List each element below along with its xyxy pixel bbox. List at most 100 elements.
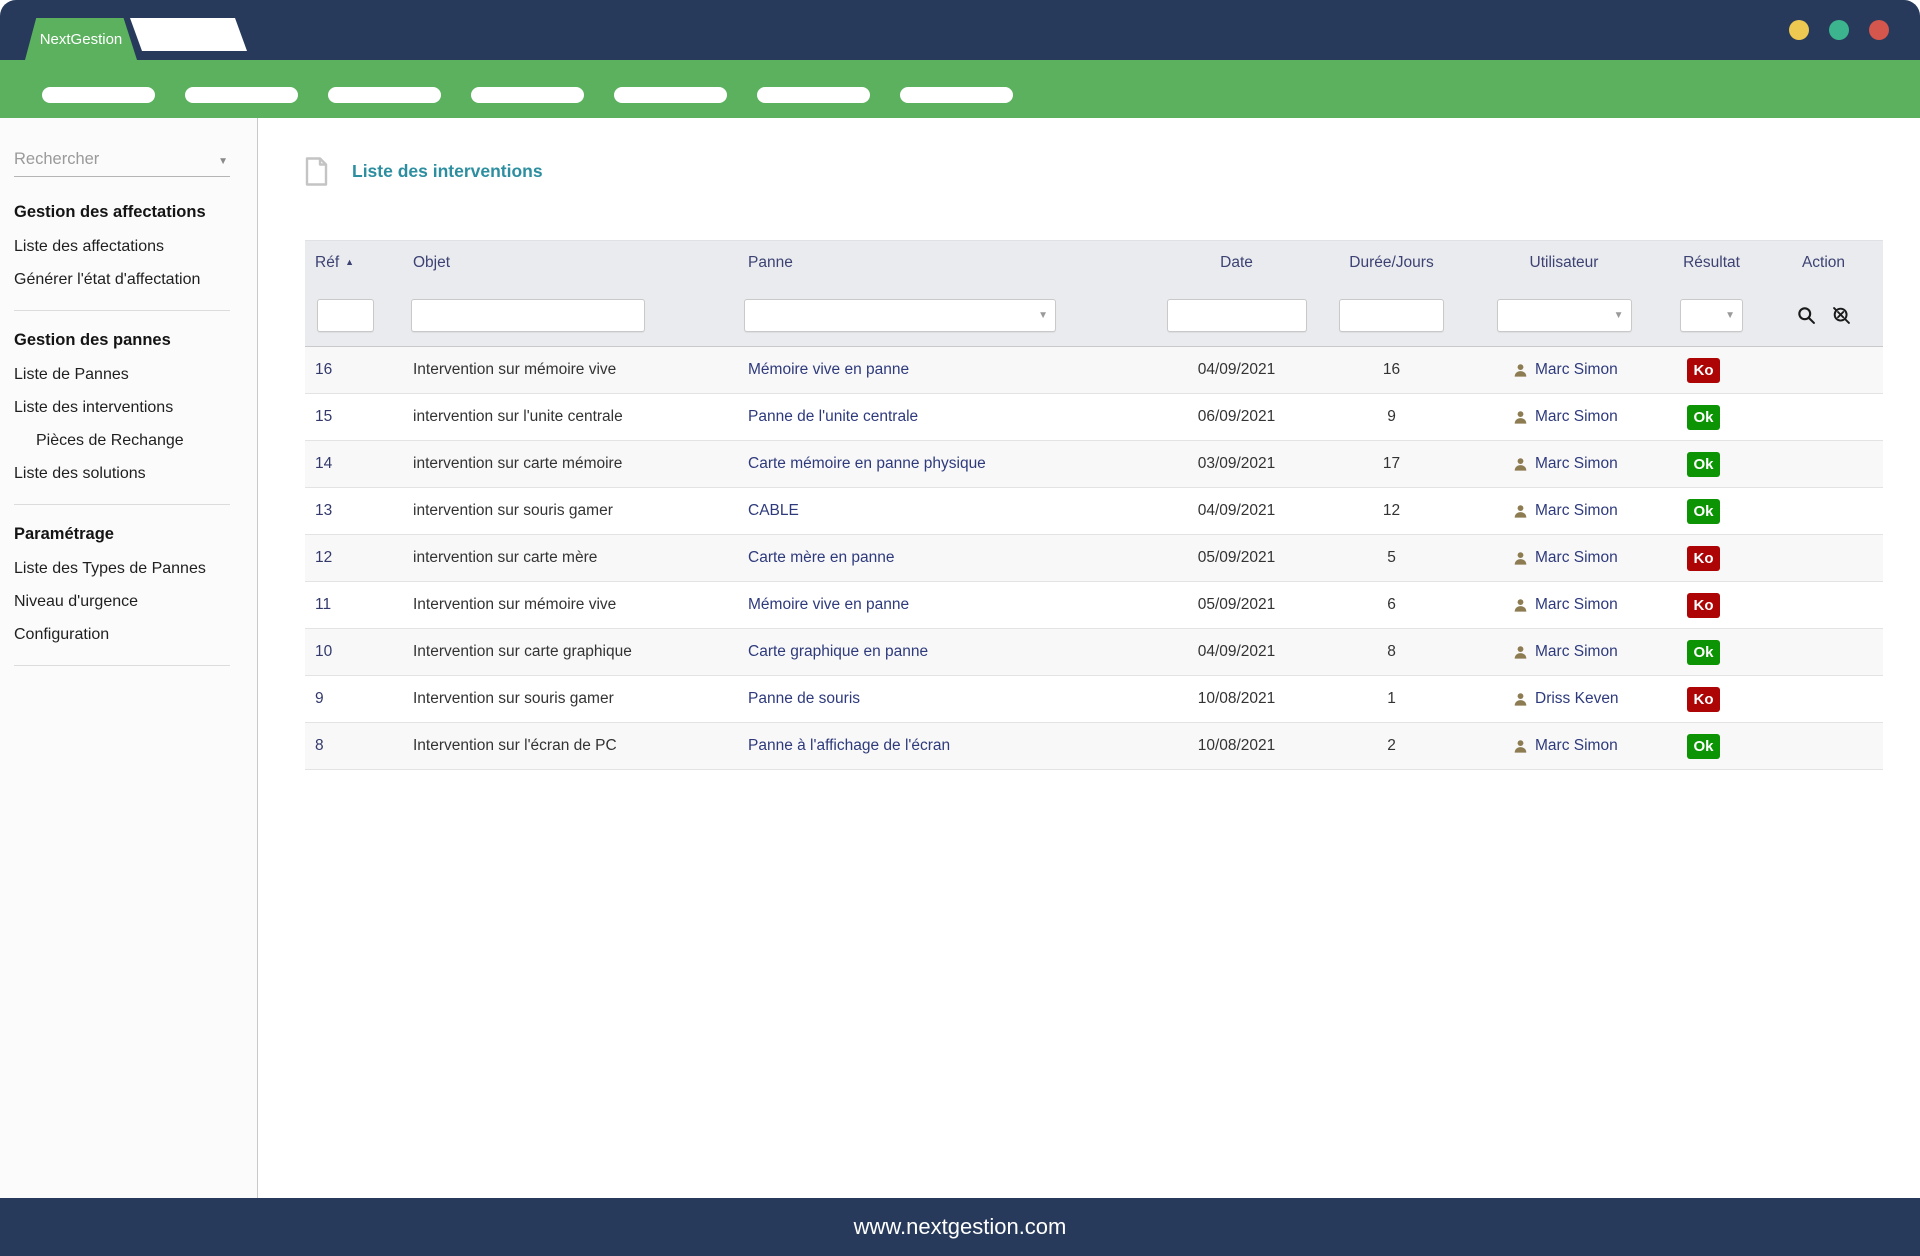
cell-date: 05/09/2021: [1159, 549, 1314, 567]
sidebar-entry[interactable]: Configuration: [14, 618, 243, 651]
sidebar-entry: [14, 504, 230, 505]
column-header-date[interactable]: Date: [1159, 254, 1314, 272]
filter-cell-action: [1764, 305, 1883, 326]
nav-pill[interactable]: [328, 87, 441, 103]
user-icon: [1513, 645, 1528, 660]
cell-ref: 14: [305, 455, 409, 473]
cell-objet: intervention sur souris gamer: [409, 502, 744, 520]
window-dot-yellow[interactable]: [1789, 20, 1809, 40]
table-row[interactable]: 8 Intervention sur l'écran de PC Panne à…: [305, 723, 1883, 770]
table-row[interactable]: 16 Intervention sur mémoire vive Mémoire…: [305, 347, 1883, 394]
chevron-down-icon: ▼: [1725, 310, 1735, 321]
cell-duree: 5: [1314, 549, 1469, 567]
filter-row: ▼ ▼: [305, 285, 1883, 346]
nav-pill[interactable]: [900, 87, 1013, 103]
column-header-resultat[interactable]: Résultat: [1659, 254, 1764, 272]
cell-date: 04/09/2021: [1159, 643, 1314, 661]
user-name: Marc Simon: [1535, 361, 1618, 379]
filter-cell-duree: [1314, 299, 1469, 332]
sidebar-entry[interactable]: Liste des affectations: [14, 230, 243, 263]
chevron-down-icon[interactable]: ▼: [218, 156, 228, 167]
clear-search-icon[interactable]: [1831, 305, 1852, 326]
nav-pill[interactable]: [42, 87, 155, 103]
user-icon: [1513, 692, 1528, 707]
user-name: Marc Simon: [1535, 596, 1618, 614]
page-title-row: Liste des interventions: [305, 156, 1920, 186]
cell-ref: 9: [305, 690, 409, 708]
sidebar-search: ▼: [14, 150, 230, 177]
cell-objet: intervention sur carte mémoire: [409, 455, 744, 473]
cell-duree: 6: [1314, 596, 1469, 614]
cell-ref: 10: [305, 643, 409, 661]
user-icon: [1513, 551, 1528, 566]
filter-objet-input[interactable]: [411, 299, 645, 332]
window-dot-teal[interactable]: [1829, 20, 1849, 40]
cell-objet: Intervention sur carte graphique: [409, 643, 744, 661]
filter-cell-panne: ▼: [744, 299, 1159, 332]
table-body: 16 Intervention sur mémoire vive Mémoire…: [305, 347, 1883, 770]
cell-panne: Panne de l'unite centrale: [744, 408, 1159, 426]
table-row[interactable]: 15 intervention sur l'unite centrale Pan…: [305, 394, 1883, 441]
cell-date: 04/09/2021: [1159, 502, 1314, 520]
brand-tab[interactable]: NextGestion: [25, 18, 137, 60]
column-header-objet[interactable]: Objet: [409, 254, 744, 272]
filter-ref-input[interactable]: [317, 299, 374, 332]
filter-utilisateur-select[interactable]: ▼: [1497, 299, 1632, 332]
cell-utilisateur: Marc Simon: [1469, 408, 1659, 426]
sidebar-entry: Gestion des affectations: [14, 203, 243, 222]
app-window: NextGestion ▼: [0, 0, 1920, 1256]
cell-utilisateur: Driss Keven: [1469, 690, 1659, 708]
table-row[interactable]: 9 Intervention sur souris gamer Panne de…: [305, 676, 1883, 723]
cell-ref: 12: [305, 549, 409, 567]
user-icon: [1513, 363, 1528, 378]
table-row[interactable]: 13 intervention sur souris gamer CABLE 0…: [305, 488, 1883, 535]
filter-panne-select[interactable]: ▼: [744, 299, 1056, 332]
cell-resultat: Ok: [1659, 734, 1764, 759]
footer-bar: www.nextgestion.com: [0, 1198, 1920, 1256]
nav-pill[interactable]: [757, 87, 870, 103]
cell-panne: Carte mère en panne: [744, 549, 1159, 567]
search-input[interactable]: [14, 150, 230, 169]
filter-cell-utilisateur: ▼: [1469, 299, 1659, 332]
secondary-tab[interactable]: [130, 18, 247, 51]
cell-ref: 13: [305, 502, 409, 520]
sidebar-entry[interactable]: Liste des solutions: [14, 457, 243, 490]
table-row[interactable]: 11 Intervention sur mémoire vive Mémoire…: [305, 582, 1883, 629]
search-icon[interactable]: [1796, 305, 1817, 326]
cell-duree: 9: [1314, 408, 1469, 426]
sort-asc-icon: ▲: [345, 257, 354, 267]
cell-panne: Panne de souris: [744, 690, 1159, 708]
table-row[interactable]: 12 intervention sur carte mère Carte mèr…: [305, 535, 1883, 582]
column-header-duree[interactable]: Durée/Jours: [1314, 254, 1469, 272]
user-name: Marc Simon: [1535, 549, 1618, 567]
cell-duree: 2: [1314, 737, 1469, 755]
filter-cell-objet: [409, 299, 744, 332]
cell-utilisateur: Marc Simon: [1469, 643, 1659, 661]
sidebar-entry[interactable]: Liste des interventions: [14, 391, 243, 424]
column-header-utilisateur[interactable]: Utilisateur: [1469, 254, 1659, 272]
column-header-ref[interactable]: Réf▲: [305, 254, 409, 272]
nav-pill[interactable]: [614, 87, 727, 103]
table-row[interactable]: 14 intervention sur carte mémoire Carte …: [305, 441, 1883, 488]
filter-resultat-select[interactable]: ▼: [1680, 299, 1743, 332]
cell-resultat: Ko: [1659, 687, 1764, 712]
status-badge: Ko: [1687, 358, 1720, 383]
column-header-panne[interactable]: Panne: [744, 254, 1159, 272]
cell-resultat: Ok: [1659, 640, 1764, 665]
user-name: Marc Simon: [1535, 502, 1618, 520]
sidebar-entry[interactable]: Générer l'état d'affectation: [14, 263, 243, 296]
user-icon: [1513, 504, 1528, 519]
main-nav-bar: [0, 60, 1920, 118]
nav-pill[interactable]: [185, 87, 298, 103]
table-row[interactable]: 10 Intervention sur carte graphique Cart…: [305, 629, 1883, 676]
filter-date-input[interactable]: [1167, 299, 1307, 332]
filter-cell-date: [1159, 299, 1314, 332]
nav-pill[interactable]: [471, 87, 584, 103]
sidebar-entry[interactable]: Liste de Pannes: [14, 358, 243, 391]
sidebar-entry[interactable]: Pièces de Rechange: [14, 424, 243, 457]
sidebar-entry[interactable]: Niveau d'urgence: [14, 585, 243, 618]
sidebar-entry[interactable]: Liste des Types de Pannes: [14, 552, 243, 585]
brand-label: NextGestion: [40, 31, 123, 48]
filter-duree-input[interactable]: [1339, 299, 1444, 332]
window-dot-red[interactable]: [1869, 20, 1889, 40]
